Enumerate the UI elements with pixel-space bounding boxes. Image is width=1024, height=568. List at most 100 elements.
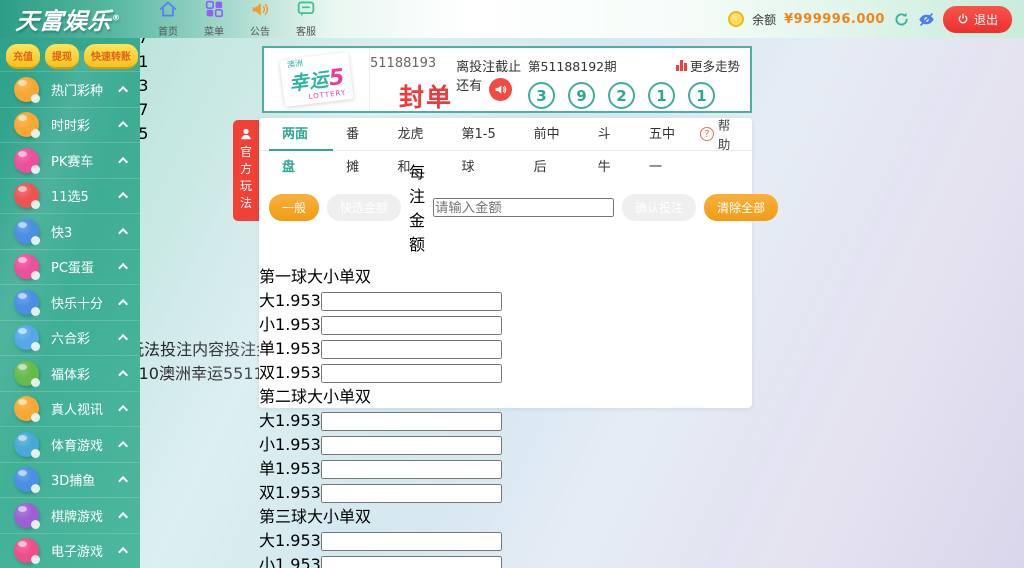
question-mark-icon: ?: [700, 127, 714, 141]
bet-option-row[interactable]: 小1.953: [259, 311, 752, 335]
withdraw-button[interactable]: 提现: [45, 44, 79, 69]
official-play-char: 法: [239, 195, 253, 212]
lottery-ball-icon: [14, 361, 39, 386]
bet-option-odds: 1.953: [275, 315, 321, 334]
bet-option-row[interactable]: 双1.953: [259, 479, 752, 503]
sidebar: 充值提现快速转账 热门彩种时时彩PK赛车11选5快3PC蛋蛋快乐十分六合彩福体彩…: [0, 38, 140, 568]
sidebar-item-电子游戏[interactable]: 电子游戏: [0, 533, 140, 568]
bet-amount-input[interactable]: [433, 198, 614, 217]
eye-hidden-icon[interactable]: [918, 11, 935, 28]
draw-number-circle: 3: [528, 82, 555, 109]
betting-panel: 两面盘番摊龙虎和第1-5球前中后斗牛五中一?帮助 一般快选金额每注金额确认投注清…: [259, 118, 752, 408]
bet-option-row[interactable]: 小1.953: [259, 551, 752, 568]
sidebar-item-label: 体育游戏: [51, 435, 121, 454]
bet-option-row[interactable]: 单1.953: [259, 335, 752, 359]
official-play-label: 官方玩法: [239, 144, 253, 212]
official-play-ribbon[interactable]: 官方玩法: [233, 120, 259, 221]
lottery-ball-icon: [14, 148, 39, 173]
quick-amount-button[interactable]: 快选金额: [327, 194, 401, 221]
tab-斗牛[interactable]: 斗牛: [585, 118, 636, 151]
banner-countdown-area: 51188193 离投注截止还有 封单: [370, 48, 522, 111]
tab-龙虎和[interactable]: 龙虎和: [384, 118, 448, 151]
bet-option-odds: 1.953: [275, 483, 321, 502]
sidebar-item-快3[interactable]: 快3: [0, 213, 140, 249]
nav-item-menu-grid[interactable]: 菜单: [198, 0, 230, 38]
bet-option-amount-input[interactable]: [321, 412, 502, 431]
lottery-ball-icon: [14, 290, 39, 315]
logout-label: 退出: [974, 11, 998, 28]
bet-column: 第二球大小单双大1.953小1.953单1.953双1.953: [259, 383, 752, 503]
refresh-icon[interactable]: [893, 11, 910, 28]
sidebar-item-PC蛋蛋[interactable]: PC蛋蛋: [0, 249, 140, 285]
sound-icon[interactable]: [489, 78, 512, 101]
sidebar-item-3D捕鱼[interactable]: 3D捕鱼: [0, 462, 140, 498]
bet-option-row[interactable]: 单1.953: [259, 455, 752, 479]
tab-第1-5球[interactable]: 第1-5球: [449, 118, 521, 151]
sidebar-item-PK赛车[interactable]: PK赛车: [0, 142, 140, 178]
lottery-name: 澳洲幸运5: [159, 364, 233, 383]
bet-column-header: 第三球大小单双: [259, 503, 752, 527]
header-nav: 首页菜单公告客服: [152, 0, 322, 38]
lottery-ball-icon: [14, 254, 39, 279]
help-link[interactable]: ?帮助: [700, 115, 742, 153]
sidebar-item-棋牌游戏[interactable]: 棋牌游戏: [0, 497, 140, 533]
bet-option-row[interactable]: 大1.953: [259, 287, 752, 311]
bet-option-row[interactable]: 双1.953: [259, 359, 752, 383]
official-play-char: 玩: [239, 178, 253, 195]
bet-option-label: 大: [259, 531, 275, 550]
bet-option-row[interactable]: 大1.953: [259, 407, 752, 431]
tab-五中一[interactable]: 五中一: [636, 118, 700, 151]
lottery-ball-icon: [14, 538, 39, 563]
customer-service-icon: [296, 0, 316, 22]
lottery-ball-icon: [14, 112, 39, 137]
bar-chart-icon: [676, 60, 687, 71]
sidebar-item-label: 六合彩: [51, 328, 121, 347]
last-draw-numbers: 39211: [528, 82, 740, 109]
bet-option-row[interactable]: 小1.953: [259, 431, 752, 455]
bet-option-amount-input[interactable]: [321, 460, 502, 479]
lottery-ball-icon: [14, 325, 39, 350]
nav-item-announcement[interactable]: 公告: [244, 0, 276, 38]
bet-option-amount-input[interactable]: [321, 532, 502, 551]
bet-option-row[interactable]: 大1.953: [259, 527, 752, 551]
bet-option-label: 大: [259, 411, 275, 430]
bet-option-amount-input[interactable]: [321, 340, 502, 359]
sidebar-item-label: 棋牌游戏: [51, 506, 121, 525]
recharge-button[interactable]: 充值: [6, 44, 40, 69]
logout-button[interactable]: 退出: [943, 6, 1012, 33]
sidebar-item-时时彩[interactable]: 时时彩: [0, 107, 140, 143]
sidebar-item-真人视讯[interactable]: 真人视讯: [0, 391, 140, 427]
bet-column-body: 大1.953小1.953单1.953双1.953: [259, 287, 752, 383]
sidebar-item-体育游戏[interactable]: 体育游戏: [0, 426, 140, 462]
lottery-ball-icon: [14, 467, 39, 492]
tab-两面盘[interactable]: 两面盘: [269, 118, 333, 151]
sidebar-item-六合彩[interactable]: 六合彩: [0, 320, 140, 356]
tab-番摊[interactable]: 番摊: [333, 118, 384, 151]
bet-option-amount-input[interactable]: [321, 484, 502, 503]
sidebar-item-热门彩种[interactable]: 热门彩种: [0, 71, 140, 107]
sidebar-items: 热门彩种时时彩PK赛车11选5快3PC蛋蛋快乐十分六合彩福体彩真人视讯体育游戏 3…: [0, 71, 140, 568]
bet-option-amount-input[interactable]: [321, 556, 502, 568]
lottery-ball-icon: [14, 432, 39, 457]
sidebar-item-福体彩[interactable]: 福体彩: [0, 355, 140, 391]
sidebar-item-11选5[interactable]: 11选5: [0, 178, 140, 214]
confirm-bet-button[interactable]: 确认投注: [622, 194, 696, 221]
header: 天富娱乐® 首页菜单公告客服 余额 ¥999996.000 退出: [0, 0, 1024, 38]
bet-option-amount-input[interactable]: [321, 436, 502, 455]
tab-前中后[interactable]: 前中后: [521, 118, 585, 151]
quick-transfer-button[interactable]: 快速转账: [84, 44, 138, 69]
sidebar-item-快乐十分[interactable]: 快乐十分: [0, 284, 140, 320]
more-trend-link[interactable]: 更多走势: [676, 56, 740, 75]
bet-option-amount-input[interactable]: [321, 292, 502, 311]
general-button[interactable]: 一般: [269, 194, 319, 221]
nav-item-customer-service[interactable]: 客服: [290, 0, 322, 38]
draw-number-circle: 9: [568, 82, 595, 109]
sidebar-item-label: 电子游戏: [51, 541, 121, 560]
official-play-char: 方: [239, 161, 253, 178]
site-logo: 天富娱乐®: [0, 2, 149, 36]
bet-option-amount-input[interactable]: [321, 364, 502, 383]
nav-item-home[interactable]: 首页: [152, 0, 184, 38]
clear-all-button[interactable]: 清除全部: [704, 194, 778, 221]
bet-option-amount-input[interactable]: [321, 316, 502, 335]
bet-column: 第三球大小单双大1.953小1.953单1.953双1.953: [259, 503, 752, 568]
